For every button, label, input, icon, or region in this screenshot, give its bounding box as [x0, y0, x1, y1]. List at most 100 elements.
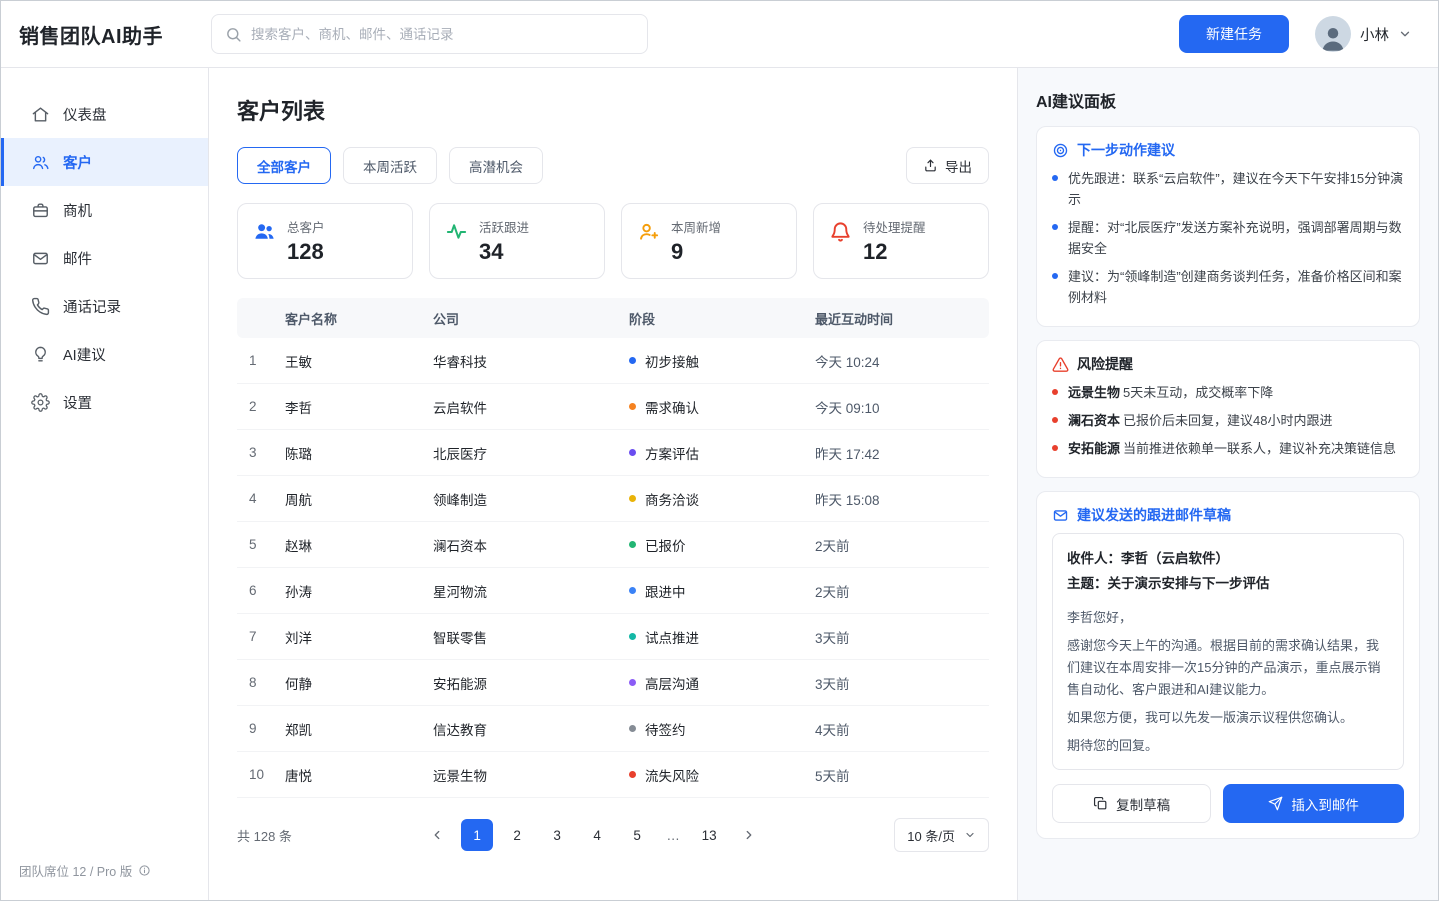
- email-body-line: 期待您的回复。: [1067, 735, 1389, 757]
- stage-cell: 初步接触: [629, 351, 815, 371]
- table-row[interactable]: 1 王敏 华睿科技 初步接触 今天 10:24: [237, 338, 989, 384]
- mail-icon: [31, 249, 50, 268]
- page-button-3[interactable]: 3: [541, 819, 573, 851]
- tab-active-this-week[interactable]: 本周活跃: [343, 147, 437, 184]
- app-title: 销售团队AI助手: [19, 20, 163, 49]
- page-button-4[interactable]: 4: [581, 819, 613, 851]
- mail-icon: [1052, 507, 1069, 524]
- bullet-dot: [1052, 224, 1058, 230]
- last-interaction-time: 昨天 17:42: [815, 443, 989, 463]
- row-index: 3: [237, 445, 285, 460]
- customers-icon: [31, 153, 50, 172]
- table-row[interactable]: 5 赵琳 澜石资本 已报价 2天前: [237, 522, 989, 568]
- table-row[interactable]: 3 陈璐 北辰医疗 方案评估 昨天 17:42: [237, 430, 989, 476]
- table-row[interactable]: 9 郑凯 信达教育 待签约 4天前: [237, 706, 989, 752]
- stage-cell: 商务洽谈: [629, 489, 815, 509]
- suggestion-text: 建议：为“领峰制造”创建商务谈判任务，准备价格区间和案例材料: [1068, 266, 1404, 308]
- page-size-label: 10 条/页: [907, 826, 955, 845]
- stat-value: 34: [479, 239, 529, 265]
- company-name: 华睿科技: [433, 351, 629, 371]
- chevron-down-icon: [1398, 27, 1412, 41]
- page-button-2[interactable]: 2: [501, 819, 533, 851]
- table-row[interactable]: 6 孙涛 星河物流 跟进中 2天前: [237, 568, 989, 614]
- filter-tabs: 全部客户 本周活跃 高潜机会: [237, 147, 543, 184]
- stage-dot: [629, 633, 636, 640]
- user-plus-icon: [637, 220, 660, 243]
- body-layout: 仪表盘 客户 商机 邮件 通话记录 AI建议: [1, 68, 1438, 900]
- row-index: 10: [237, 767, 285, 782]
- email-body-line: 李哲您好，: [1067, 607, 1389, 629]
- insert-to-email-button[interactable]: 插入到邮件: [1223, 784, 1404, 823]
- email-body: 李哲您好， 感谢您今天上午的沟通。根据目前的需求确认结果，我们建议在本周安排一次…: [1067, 607, 1389, 756]
- stage-dot: [629, 449, 636, 456]
- search-input[interactable]: [251, 27, 634, 42]
- table-row[interactable]: 10 唐悦 远景生物 流失风险 5天前: [237, 752, 989, 798]
- sidebar-item-opportunities[interactable]: 商机: [1, 186, 208, 234]
- suggestion-text: 优先跟进：联系“云启软件”，建议在今天下午安排15分钟演示: [1068, 168, 1404, 210]
- risk-text: 远景生物5天未互动，成交概率下降: [1068, 382, 1273, 403]
- risk-item: 澜石资本已报价后未回复，建议48小时内跟进: [1052, 410, 1404, 431]
- row-index: 2: [237, 399, 285, 414]
- page-button-5[interactable]: 5: [621, 819, 653, 851]
- user-menu[interactable]: 小林: [1315, 16, 1412, 52]
- target-icon: [1052, 142, 1069, 159]
- prev-page-button[interactable]: [421, 819, 453, 851]
- email-draft-header: 建议发送的跟进邮件草稿: [1052, 505, 1404, 525]
- sidebar-item-customers[interactable]: 客户: [1, 138, 208, 186]
- dashboard-icon: [31, 105, 50, 124]
- customer-name: 唐悦: [285, 765, 433, 785]
- info-icon[interactable]: [138, 864, 151, 877]
- risk-detail: 已报价后未回复，建议48小时内跟进: [1123, 413, 1332, 428]
- export-button[interactable]: 导出: [906, 147, 989, 184]
- suggestion-text: 提醒：对“北辰医疗”发送方案补充说明，强调部署周期与数据安全: [1068, 217, 1404, 259]
- stage-dot: [629, 725, 636, 732]
- customer-name: 孙涛: [285, 581, 433, 601]
- page-size-select[interactable]: 10 条/页: [894, 818, 989, 852]
- stage-label: 初步接触: [645, 351, 699, 371]
- table-header-stage: 阶段: [629, 309, 815, 328]
- stage-label: 跟进中: [645, 581, 686, 601]
- next-page-button[interactable]: [733, 819, 765, 851]
- stat-value: 128: [287, 239, 325, 265]
- page-ellipsis: …: [661, 828, 685, 843]
- tab-high-potential[interactable]: 高潜机会: [449, 147, 543, 184]
- table-row[interactable]: 8 何静 安拓能源 高层沟通 3天前: [237, 660, 989, 706]
- stage-dot: [629, 357, 636, 364]
- plan-info: 团队席位 12 / Pro 版: [19, 861, 151, 880]
- table-row[interactable]: 2 李哲 云启软件 需求确认 今天 09:10: [237, 384, 989, 430]
- copy-draft-button[interactable]: 复制草稿: [1052, 784, 1211, 823]
- app-root: 销售团队AI助手 新建任务 小林 仪表盘 客户: [0, 0, 1439, 901]
- send-icon: [1268, 796, 1283, 811]
- stage-dot: [629, 403, 636, 410]
- sidebar-item-settings[interactable]: 设置: [1, 378, 208, 426]
- page-button-1[interactable]: 1: [461, 819, 493, 851]
- sidebar-item-calls[interactable]: 通话记录: [1, 282, 208, 330]
- list-toolbar: 全部客户 本周活跃 高潜机会 导出: [237, 147, 989, 184]
- activity-icon: [445, 220, 468, 243]
- page-button-13[interactable]: 13: [693, 819, 725, 851]
- search-box[interactable]: [211, 14, 648, 54]
- risk-alerts-card: 风险提醒 远景生物5天未互动，成交概率下降 澜石资本已报价后未回复，建议48小时…: [1036, 340, 1420, 478]
- company-name: 云启软件: [433, 397, 629, 417]
- company-name: 智联零售: [433, 627, 629, 647]
- table-row[interactable]: 7 刘洋 智联零售 试点推进 3天前: [237, 614, 989, 660]
- briefcase-icon: [31, 201, 50, 220]
- avatar[interactable]: [1315, 16, 1351, 52]
- stage-label: 待签约: [645, 719, 686, 739]
- ai-panel-title: AI建议面板: [1036, 88, 1420, 112]
- stage-dot: [629, 495, 636, 502]
- stage-label: 已报价: [645, 535, 686, 555]
- table-row[interactable]: 4 周航 领峰制造 商务洽谈 昨天 15:08: [237, 476, 989, 522]
- stage-dot: [629, 679, 636, 686]
- user-name: 小林: [1360, 24, 1389, 45]
- next-actions-title: 下一步动作建议: [1077, 140, 1175, 160]
- new-task-button[interactable]: 新建任务: [1179, 15, 1289, 53]
- tab-all-customers[interactable]: 全部客户: [237, 147, 331, 184]
- bullet-dot: [1052, 175, 1058, 181]
- sidebar-item-mail[interactable]: 邮件: [1, 234, 208, 282]
- sidebar-item-dashboard[interactable]: 仪表盘: [1, 90, 208, 138]
- sidebar-item-label: 通话记录: [63, 296, 121, 317]
- sidebar-item-ai-suggestions[interactable]: AI建议: [1, 330, 208, 378]
- stage-cell: 待签约: [629, 719, 815, 739]
- customer-name: 李哲: [285, 397, 433, 417]
